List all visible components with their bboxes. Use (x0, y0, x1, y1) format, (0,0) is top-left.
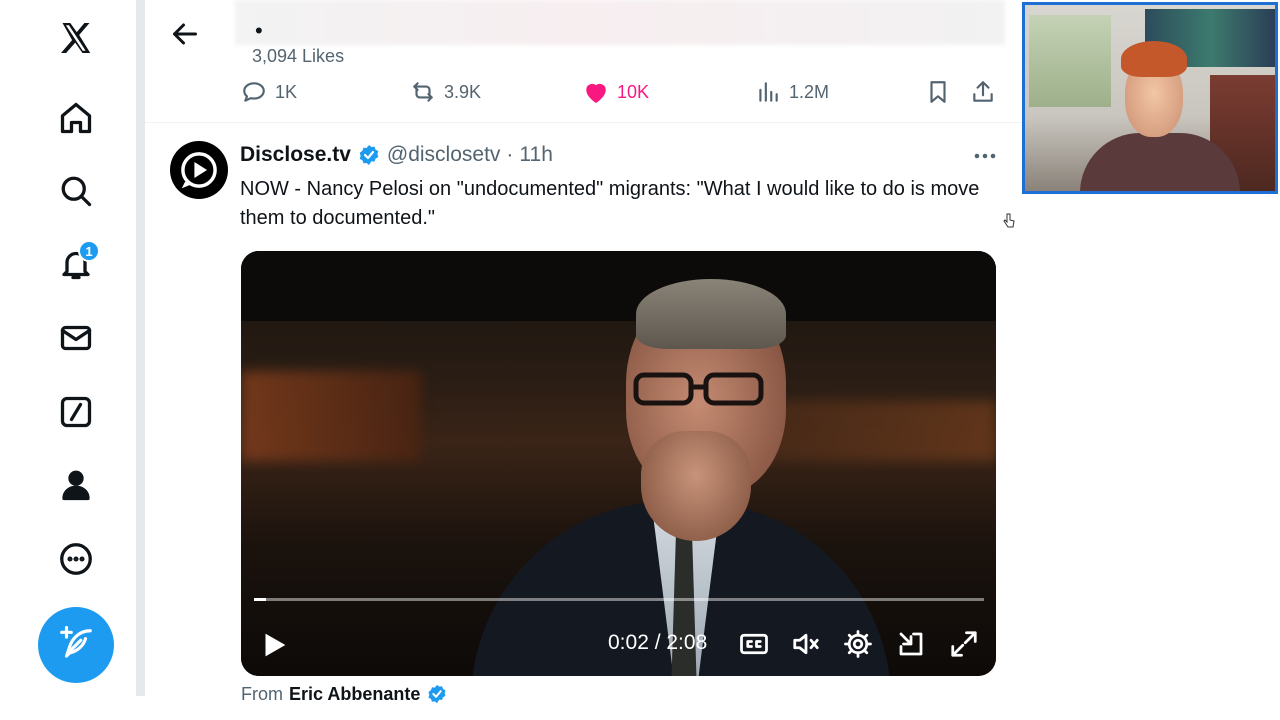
settings-gear-icon[interactable] (843, 629, 873, 659)
reply-count: 1K (275, 81, 298, 102)
share-icon (973, 81, 993, 102)
tweet-text: NOW - Nancy Pelosi on "undocumented" mig… (240, 178, 980, 229)
video-player[interactable]: 0:02 / 2:08 (241, 251, 996, 676)
likes-count-line[interactable]: 3,094 Likes (252, 46, 344, 67)
tweet-separator (145, 122, 1022, 123)
picture-in-picture-icon[interactable] (896, 629, 926, 659)
from-name[interactable]: Eric Abbenante (289, 684, 420, 705)
hand-cursor-icon (1003, 213, 1015, 228)
blurred-previous-content (235, 0, 1005, 45)
compose-post-button[interactable] (38, 607, 114, 683)
video-attribution: From Eric Abbenante (241, 683, 448, 705)
notification-badge: 1 (78, 240, 100, 262)
disclose-logo-icon (181, 152, 217, 189)
reply-icon (243, 82, 265, 102)
author-name[interactable]: Disclose.tv (240, 143, 351, 167)
left-navigation: 1 (0, 0, 136, 720)
bookmark-button[interactable] (925, 78, 951, 106)
views-button[interactable]: 1.2M (755, 78, 829, 106)
muted-volume-icon[interactable] (791, 629, 821, 659)
repost-button[interactable]: 3.9K (410, 78, 481, 106)
bar-chart-icon (759, 82, 778, 102)
slash-box-icon[interactable] (50, 386, 102, 438)
like-count: 10K (617, 81, 650, 102)
mail-icon[interactable] (50, 312, 102, 364)
tweet-time[interactable]: 11h (519, 143, 552, 167)
more-options-icon[interactable] (971, 144, 999, 168)
home-icon[interactable] (50, 92, 102, 144)
author-handle[interactable]: @disclosetv (387, 143, 501, 167)
heart-filled-icon (586, 83, 606, 103)
video-time-display: 0:02 / 2:08 (608, 631, 708, 654)
feather-plus-icon (60, 626, 92, 658)
column-divider (136, 0, 145, 696)
previous-tweet-fragment: • (255, 18, 263, 43)
like-button[interactable]: 10K (583, 78, 649, 106)
views-count: 1.2M (789, 81, 830, 102)
more-circle-icon[interactable] (50, 533, 102, 585)
person-icon[interactable] (50, 459, 102, 511)
search-icon[interactable] (50, 165, 102, 217)
back-arrow-icon[interactable] (167, 16, 203, 52)
verified-badge-icon (359, 145, 379, 165)
verified-badge-icon (428, 684, 446, 704)
repost-count: 3.9K (444, 81, 482, 102)
glasses-shape (633, 372, 764, 406)
from-prefix: From (241, 683, 283, 704)
video-progress-fill (254, 598, 266, 601)
x-logo-icon[interactable] (50, 12, 102, 64)
play-icon[interactable] (257, 628, 291, 662)
fullscreen-icon[interactable] (949, 629, 979, 659)
webcam-overlay (1022, 2, 1278, 194)
video-progress-track[interactable] (254, 598, 984, 601)
main-timeline: • 3,094 Likes 1K 3.9K 10K 1.2M Disclose.… (145, 0, 1022, 720)
tweet-author-line: Disclose.tv @disclosetv · 11h (240, 143, 553, 167)
repost-icon (413, 82, 433, 102)
avatar[interactable] (170, 141, 228, 199)
bookmark-icon (930, 81, 946, 103)
separator-dot: · (506, 143, 514, 166)
share-button[interactable] (970, 78, 996, 106)
captions-icon[interactable] (739, 629, 769, 659)
reply-button[interactable]: 1K (241, 78, 297, 106)
